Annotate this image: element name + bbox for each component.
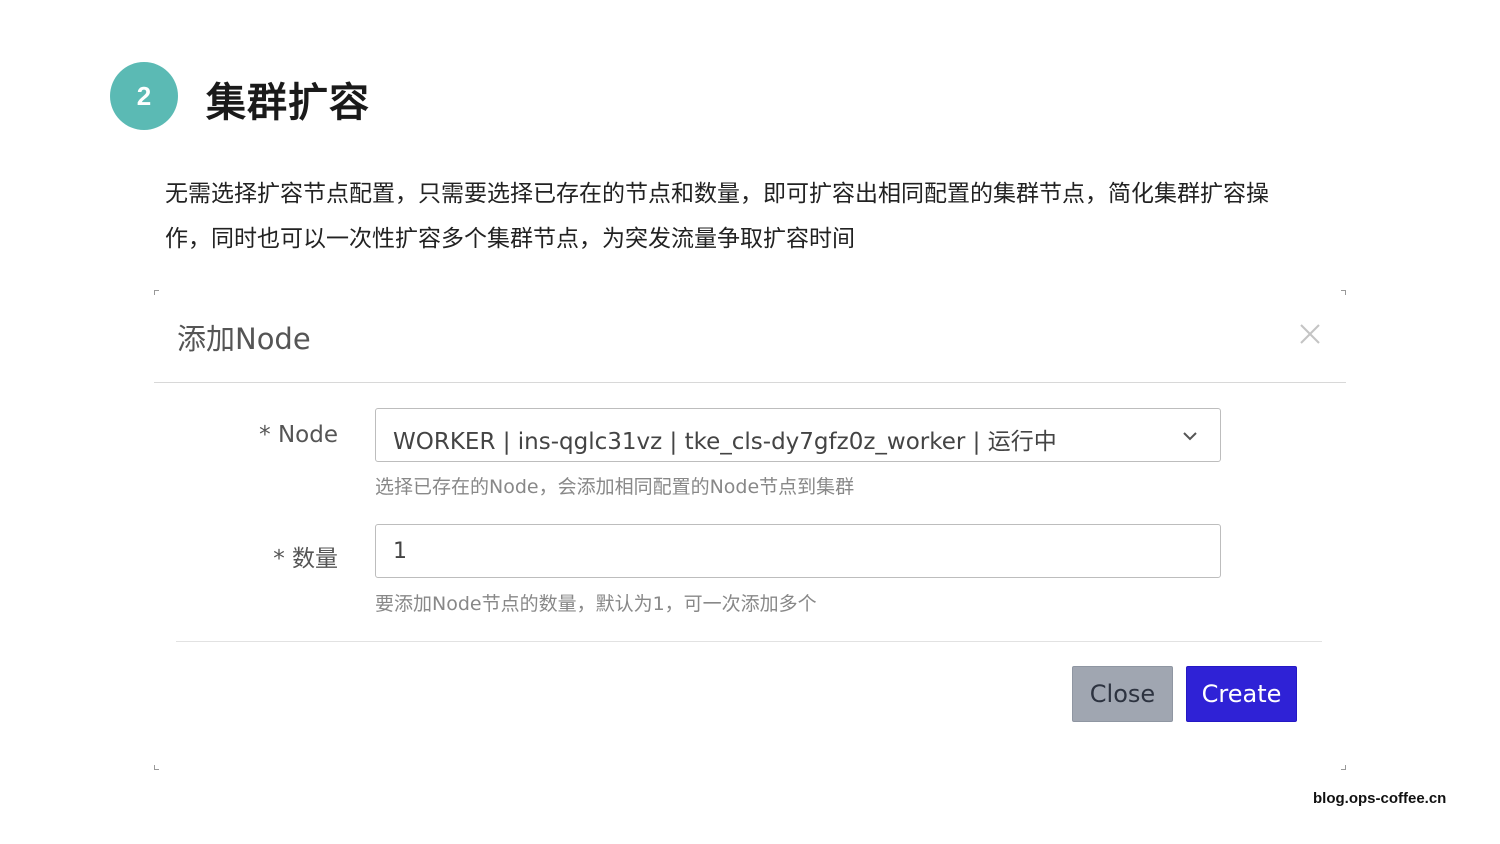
dialog-corner-mark	[154, 765, 159, 770]
add-node-dialog: 添加Node * Node WORKER | ins-qglc31vz | tk…	[154, 290, 1346, 770]
node-field-label: * Node	[259, 422, 338, 448]
dialog-corner-mark	[1341, 290, 1346, 295]
node-select-value: WORKER | ins-qglc31vz | tke_cls-dy7gfz0z…	[393, 429, 1057, 455]
create-button[interactable]: Create	[1186, 666, 1297, 722]
close-button[interactable]: Close	[1072, 666, 1173, 722]
dialog-corner-mark	[1341, 765, 1346, 770]
close-icon	[1300, 324, 1320, 344]
node-select[interactable]: WORKER | ins-qglc31vz | tke_cls-dy7gfz0z…	[375, 408, 1221, 462]
watermark-text: blog.ops-coffee.cn	[1313, 790, 1447, 807]
dialog-corner-mark	[154, 290, 159, 295]
description-line-2: 作，同时也可以一次性扩容多个集群节点，为突发流量争取扩容时间	[165, 226, 855, 252]
chevron-down-icon	[1183, 432, 1197, 441]
count-field-hint: 要添加Node节点的数量，默认为1，可一次添加多个	[375, 593, 817, 615]
dialog-close-button[interactable]	[1292, 316, 1328, 352]
description-line-1: 无需选择扩容节点配置，只需要选择已存在的节点和数量，即可扩容出相同配置的集群节点…	[165, 181, 1269, 207]
count-field-label: * 数量	[273, 546, 338, 572]
dialog-title: 添加Node	[177, 322, 311, 356]
node-field-hint: 选择已存在的Node，会添加相同配置的Node节点到集群	[375, 476, 855, 498]
count-input-box[interactable]	[375, 524, 1221, 578]
count-input[interactable]	[393, 537, 1193, 565]
dialog-footer-divider	[176, 641, 1322, 642]
section-number: 2	[136, 80, 152, 111]
description: 无需选择扩容节点配置，只需要选择已存在的节点和数量，即可扩容出相同配置的集群节点…	[165, 172, 1375, 262]
section-number-badge: 2	[110, 62, 178, 130]
section-title: 集群扩容	[206, 80, 370, 126]
dialog-header-divider	[154, 382, 1346, 383]
